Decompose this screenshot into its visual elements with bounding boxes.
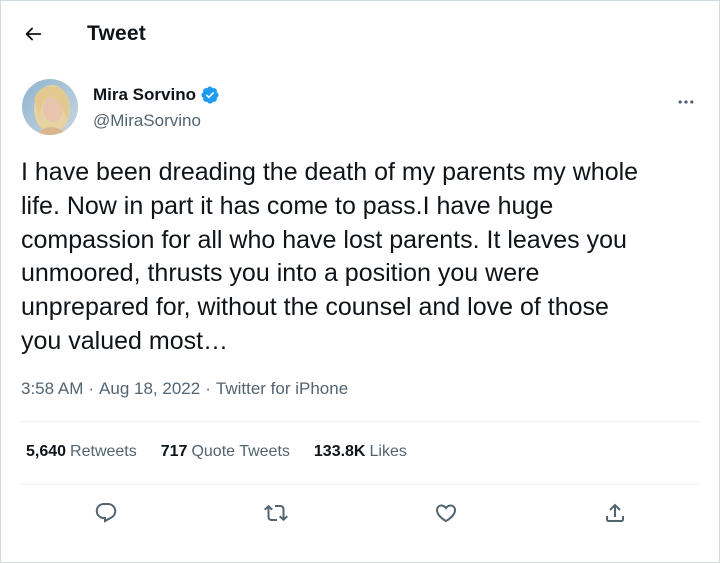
likes-count: 133.8K <box>313 443 366 460</box>
avatar[interactable] <box>22 79 78 135</box>
retweets-label: Retweets <box>70 443 137 460</box>
tweet-stats: 5,640 Retweets 717 Quote Tweets 133.8K Like… <box>26 443 431 461</box>
share-button[interactable] <box>601 499 629 527</box>
header-bar: Tweet <box>1 1 719 67</box>
meta-separator: · <box>88 379 95 398</box>
tweet-time[interactable]: 3:58 AM <box>21 379 83 399</box>
retweet-icon <box>264 504 288 522</box>
retweet-button[interactable] <box>262 499 290 527</box>
retweets-count: 5,640 <box>26 443 67 460</box>
retweets-stat[interactable]: 5,640 Retweets <box>26 443 137 461</box>
quote-tweets-stat[interactable]: 717 Quote Tweets <box>161 443 290 461</box>
tweet-page: Tweet Mira Sorvino @MiraSorvino I have b… <box>0 0 720 563</box>
more-options-button[interactable] <box>675 91 697 113</box>
tweet-date[interactable]: Aug 18, 2022 <box>99 379 200 399</box>
like-button[interactable] <box>432 499 460 527</box>
meta-separator: · <box>205 379 211 398</box>
more-horizontal-icon <box>678 100 694 104</box>
quotes-label: Quote Tweets <box>191 443 290 460</box>
author-handle[interactable]: @MiraSorvino <box>93 111 201 131</box>
page-title: Tweet <box>87 22 146 45</box>
reply-button[interactable] <box>92 499 120 527</box>
back-button[interactable] <box>21 22 45 46</box>
share-icon <box>606 503 624 522</box>
reply-icon <box>95 503 117 523</box>
divider <box>21 484 699 485</box>
like-icon <box>435 504 457 523</box>
author-name-wrap: Mira Sorvino <box>93 85 220 105</box>
quotes-count: 717 <box>160 443 188 460</box>
avatar-image <box>22 79 78 135</box>
tweet-source[interactable]: Twitter for iPhone <box>216 379 348 399</box>
tweet-text: I have been dreading the death of my par… <box>21 158 639 355</box>
tweet-meta: 3:58 AM · Aug 18, 2022 · Twitter for iPh… <box>21 379 348 399</box>
arrow-left-icon <box>25 27 42 41</box>
divider <box>21 421 699 422</box>
verified-badge-icon <box>200 85 220 105</box>
likes-label: Likes <box>369 443 407 460</box>
author-name[interactable]: Mira Sorvino <box>93 85 196 105</box>
author-row: Mira Sorvino @MiraSorvino <box>1 67 719 137</box>
likes-stat[interactable]: 133.8K Likes <box>314 443 407 461</box>
action-bar <box>1 499 720 527</box>
